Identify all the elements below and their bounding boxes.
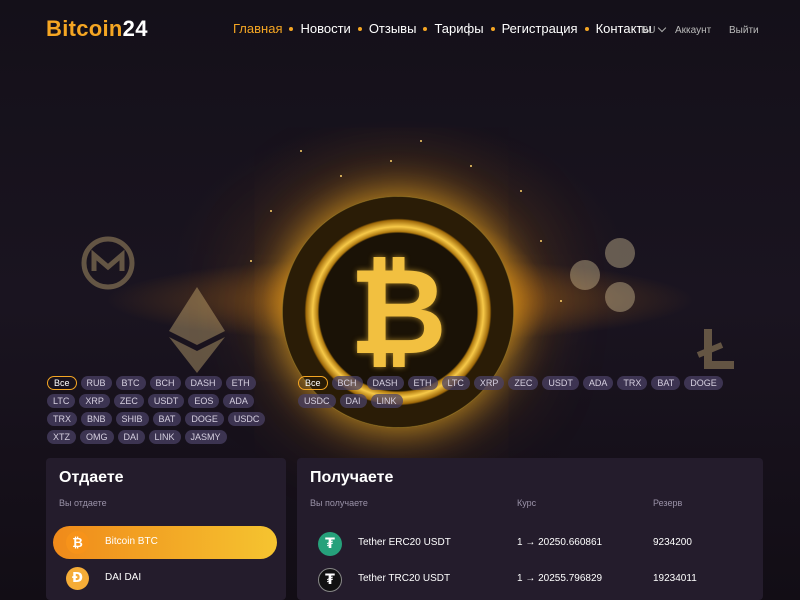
give-chip-usdt[interactable]: USDT: [147, 394, 185, 408]
exchange-rate: 1 → 20255.796829: [517, 573, 603, 584]
give-chip-btc[interactable]: BTC: [115, 376, 146, 390]
get-chip-bch[interactable]: BCH: [331, 376, 363, 390]
tether-trc20-icon: ₮: [318, 568, 342, 592]
header: Bitcoin24 Главная Новости Отзывы Тарифы …: [0, 0, 800, 60]
spark: [560, 300, 562, 302]
give-chip-jasmy[interactable]: JASMY: [184, 430, 227, 444]
give-chip-eos[interactable]: EOS: [188, 394, 220, 408]
give-chip-shib[interactable]: SHIB: [115, 412, 149, 426]
give-chip-zec[interactable]: ZEC: [113, 394, 144, 408]
give-chip-rub[interactable]: RUB: [80, 376, 112, 390]
spark: [420, 140, 422, 142]
logo-text-24: 24: [122, 16, 148, 41]
column-header-rate: Курс: [517, 498, 537, 508]
get-chip-link[interactable]: LINK: [370, 394, 403, 408]
nav-registration[interactable]: Регистрация: [502, 21, 578, 36]
get-chip-dash[interactable]: DASH: [366, 376, 404, 390]
language-selector[interactable]: RU: [641, 23, 667, 36]
give-chip-bch[interactable]: BCH: [149, 376, 181, 390]
nav-separator: [584, 26, 589, 31]
get-chip-все[interactable]: Все: [298, 376, 328, 390]
give-chip-bat[interactable]: BAT: [152, 412, 182, 426]
give-panel-subtitle: Вы отдаете: [59, 498, 107, 508]
give-chip-link[interactable]: LINK: [148, 430, 181, 444]
get-chip-dai[interactable]: DAI: [339, 394, 367, 408]
ethereum-icon: [169, 287, 225, 373]
get-chip-trx[interactable]: TRX: [617, 376, 648, 390]
get-currency-filter: Все BCH DASH ETH LTC XRP ZEC USDT ADA TRX BAT DOGE U…: [298, 376, 748, 408]
dai-icon: Ð: [66, 567, 89, 590]
get-chip-eth[interactable]: ETH: [407, 376, 438, 390]
give-chip-xtz[interactable]: XTZ: [47, 430, 76, 444]
give-item-label: DAI DAI: [105, 572, 142, 583]
give-chip-все[interactable]: Все: [47, 376, 77, 390]
currency-name: Tether ERC20 USDT: [358, 537, 451, 548]
nav-reviews[interactable]: Отзывы: [369, 21, 417, 36]
spark: [540, 240, 542, 242]
give-chip-trx[interactable]: TRX: [47, 412, 77, 426]
main-nav: Главная Новости Отзывы Тарифы Регистраци…: [233, 21, 652, 36]
get-panel: Получаете Вы получаете Курс Резерв ₮ Tet…: [297, 458, 763, 600]
account-link[interactable]: Аккаунт: [675, 25, 711, 36]
nav-separator: [423, 26, 428, 31]
get-panel-title: Получаете: [310, 469, 394, 486]
reserve-amount: 19234011: [653, 573, 697, 584]
chevron-down-icon: [658, 23, 667, 33]
spark: [470, 165, 472, 167]
logout-link[interactable]: Выйти: [729, 25, 759, 36]
give-panel-title: Отдаете: [59, 469, 124, 486]
column-header-currency: Вы получаете: [310, 498, 368, 508]
litecoin-icon: [696, 329, 734, 369]
column-header-reserve: Резерв: [653, 498, 683, 508]
nav-separator: [490, 26, 495, 31]
give-chip-eth[interactable]: ETH: [225, 376, 256, 390]
give-chip-ltc[interactable]: LTC: [47, 394, 76, 408]
currency-name: Tether TRC20 USDT: [358, 573, 451, 584]
get-chip-doge[interactable]: DOGE: [684, 376, 723, 390]
get-chip-xrp[interactable]: XRP: [473, 376, 505, 390]
get-chip-bat[interactable]: BAT: [651, 376, 681, 390]
give-chip-doge[interactable]: DOGE: [185, 412, 224, 426]
tether-erc20-icon: ₮: [318, 532, 342, 556]
logo[interactable]: Bitcoin24: [46, 16, 148, 42]
reserve-amount: 9234200: [653, 537, 692, 548]
give-chip-ada[interactable]: ADA: [223, 394, 254, 408]
monero-icon: [81, 236, 135, 290]
give-chip-omg[interactable]: OMG: [80, 430, 114, 444]
logo-text-bitcoin: Bitcoin: [46, 16, 123, 41]
bitcoin-icon: ₿: [66, 531, 89, 554]
get-chip-ada[interactable]: ADA: [582, 376, 614, 390]
give-chip-usdc[interactable]: USDC: [227, 412, 266, 426]
nav-separator: [357, 26, 362, 31]
give-currency-filter: Все RUB BTC BCH DASH ETH LTC XRP ZEC USDT EOS ADA TR…: [47, 376, 287, 444]
give-chip-bnb[interactable]: BNB: [81, 412, 112, 426]
spark: [520, 190, 522, 192]
spark: [300, 150, 302, 152]
get-chip-ltc[interactable]: LTC: [441, 376, 470, 390]
language-label: RU: [641, 25, 656, 36]
give-chip-xrp[interactable]: XRP: [79, 394, 110, 408]
give-item-bitcoin[interactable]: ₿ Bitcoin BTC: [53, 526, 277, 559]
nav-tariffs[interactable]: Тарифы: [434, 21, 483, 36]
nav-home[interactable]: Главная: [233, 21, 282, 36]
table-row[interactable]: ₮ Tether TRC20 USDT 1 → 20255.796829 192…: [297, 563, 763, 596]
get-chip-usdt[interactable]: USDT: [542, 376, 579, 390]
get-chip-zec[interactable]: ZEC: [508, 376, 539, 390]
give-chip-dash[interactable]: DASH: [184, 376, 222, 390]
ripple-icon: [570, 238, 635, 312]
spark: [270, 210, 272, 212]
get-chip-usdc[interactable]: USDC: [298, 394, 336, 408]
give-panel: Отдаете Вы отдаете ₿ Bitcoin BTC Ð DAI D…: [46, 458, 286, 600]
nav-separator: [289, 26, 294, 31]
give-item-dai[interactable]: Ð DAI DAI: [53, 562, 277, 595]
exchange-rate: 1 → 20250.660861: [517, 537, 603, 548]
give-chip-dai[interactable]: DAI: [117, 430, 145, 444]
spark: [340, 175, 342, 177]
spark: [390, 160, 392, 162]
spark: [250, 260, 252, 262]
nav-news[interactable]: Новости: [300, 21, 350, 36]
give-item-label: Bitcoin BTC: [105, 536, 158, 547]
table-row[interactable]: ₮ Tether ERC20 USDT 1 → 20250.660861 923…: [297, 527, 763, 560]
